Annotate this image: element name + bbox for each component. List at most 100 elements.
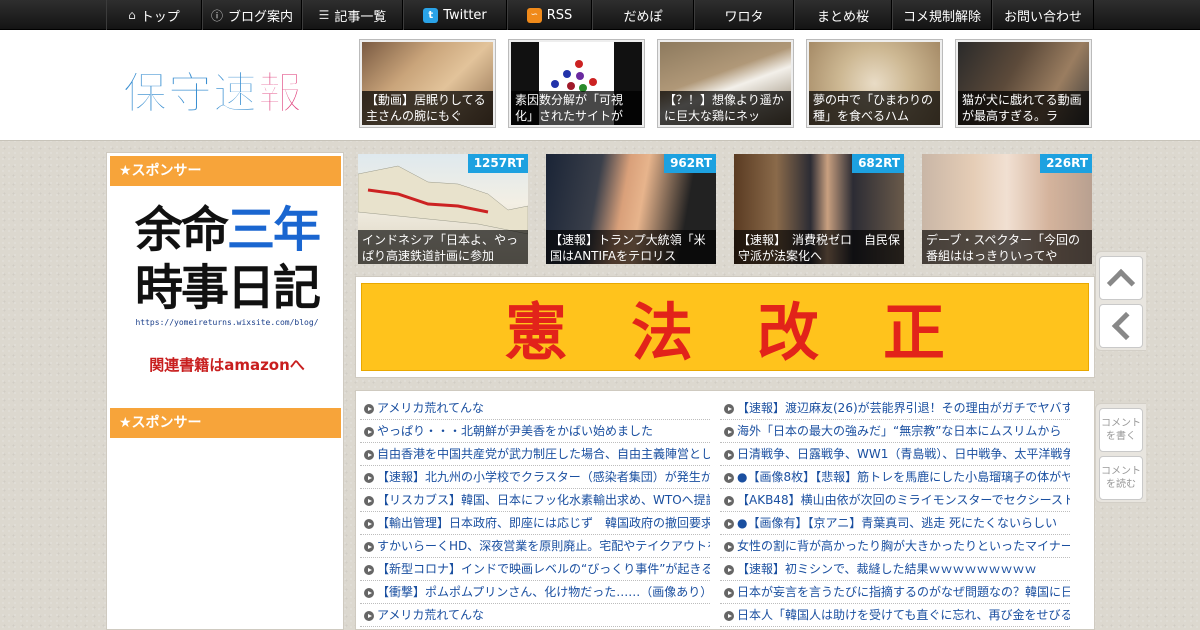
play-bullet-icon <box>724 473 734 483</box>
rt-caption: 【速報】 消費税ゼロ 自民保守派が法案化へ <box>734 230 904 264</box>
top-nav: ⌂ トップ ⓘ ブログ案内 ☰ 記事一覧 t Twitter ∽ RSS だめぽ… <box>106 0 1094 30</box>
article-title: 【リスカブス】韓国、日本にフッ化水素輸出求め、WTOへ提訴 <box>377 493 710 507</box>
banner-char: 正 <box>883 296 946 369</box>
play-bullet-icon <box>364 565 374 575</box>
article-title: すかいらーくHD、深夜営業を原則廃止。宅配やテイクアウトを <box>377 539 710 553</box>
article-link[interactable]: 日本が妄言を言うたびに指摘するのがなぜ問題なの？韓国に日 <box>720 581 1070 604</box>
rt-caption: デーブ・スペクター「今回の番組ははっきりいってや <box>922 230 1092 264</box>
article-title: 【速報】北九州の小学校でクラスター（感染者集団）が発生か <box>377 470 710 484</box>
header-thumb[interactable]: 夢の中で「ひまわりの種」を食べるハム <box>806 39 943 128</box>
article-link[interactable]: 【速報】渡辺麻友(26)が芸能界引退！その理由がガチでヤバすぎ <box>720 397 1070 420</box>
nav-warota[interactable]: ワロタ <box>694 0 794 30</box>
header-thumb[interactable]: 【？！】想像より遥かに巨大な鶏にネッ <box>657 39 794 128</box>
rt-caption: 【速報】トランプ大統領「米国はANTIFAをテロリス <box>546 230 716 264</box>
logo-char: 守 <box>168 68 213 120</box>
sponsor-ad[interactable]: 余命三年 時事日記 https://yomeireturns.wixsite.c… <box>127 201 327 375</box>
ad-amazon-link[interactable]: 関連書籍はamazonへ <box>127 354 327 375</box>
read-comment-button[interactable]: コメントを読む <box>1099 456 1143 500</box>
thumb-caption: 猫が犬に戯れてる動画が最高すぎる。ラ <box>958 91 1089 125</box>
play-bullet-icon <box>724 565 734 575</box>
article-link[interactable]: ●【画像8枚】【悲報】筋トレを馬鹿にした小島瑠璃子の体がヤ <box>720 466 1070 489</box>
article-link[interactable]: やっぱり・・・北朝鮮が尹美香をかばい始めました <box>360 420 710 443</box>
play-bullet-icon <box>364 450 374 460</box>
rt-card[interactable]: 226RT デーブ・スペクター「今回の番組ははっきりいってや <box>922 154 1092 264</box>
article-link[interactable]: 【速報】北九州の小学校でクラスター（感染者集団）が発生か <box>360 466 710 489</box>
article-list-left: アメリカ荒れてんな やっぱり・・・北朝鮮が尹美香をかばい始めました 自由香港を中国共… <box>360 397 710 627</box>
article-link[interactable]: アメリカ荒れてんな <box>360 397 710 420</box>
banner-char: 憲 <box>504 296 567 369</box>
article-link[interactable]: 【AKB48】横山由依が次回のミライモンスターでセクシーストレ <box>720 489 1070 512</box>
rt-card[interactable]: 682RT 【速報】 消費税ゼロ 自民保守派が法案化へ <box>734 154 904 264</box>
article-link[interactable]: 自由香港を中国共産党が武力制圧した場合、自由主義陣営とし <box>360 443 710 466</box>
play-bullet-icon <box>364 404 374 414</box>
rt-card[interactable]: 1257RT インドネシア「日本よ、やっぱり高速鉄道計画に参加 <box>358 154 528 264</box>
nav-label: まとめ桜 <box>816 9 869 25</box>
nav-label: RSS <box>546 7 573 23</box>
article-title: 【AKB48】横山由依が次回のミライモンスターでセクシーストレ <box>737 493 1070 507</box>
article-title: 【速報】渡辺麻友(26)が芸能界引退！その理由がガチでヤバすぎ <box>737 401 1070 415</box>
nav-label: Twitter <box>443 7 487 23</box>
home-icon: ⌂ <box>128 8 136 22</box>
nav-damepo[interactable]: だめぽ <box>592 0 694 30</box>
article-link[interactable]: 日清戦争、日露戦争、WW1（青島戦）、日中戦争、太平洋戦争 <box>720 443 1070 466</box>
nav-label: ブログ案内 <box>228 9 294 25</box>
nav-blog-guide[interactable]: ⓘ ブログ案内 <box>202 0 302 30</box>
site-logo[interactable]: 保守速報 <box>123 57 303 121</box>
article-title: 【輸出管理】日本政府、即座には応じず 韓国政府の撤回要求 <box>377 516 710 530</box>
nav-matome-sakura[interactable]: まとめ桜 <box>794 0 892 30</box>
article-title: 【衝撃】ポムポムプリンさん、化け物だった……（画像あり） <box>377 585 710 599</box>
nav-rss[interactable]: ∽ RSS <box>507 0 592 30</box>
list-icon: ☰ <box>318 8 330 22</box>
nav-twitter[interactable]: t Twitter <box>403 0 507 30</box>
article-link[interactable]: すかいらーくHD、深夜営業を原則廃止。宅配やテイクアウトを <box>360 535 710 558</box>
article-link[interactable]: 【リスカブス】韓国、日本にフッ化水素輸出求め、WTOへ提訴 <box>360 489 710 512</box>
header-thumb[interactable]: 【動画】居眠りしてる主さんの腕にもぐ <box>359 39 496 128</box>
article-link[interactable]: 日本人「韓国人は助けを受けても直ぐに忘れ、再び金をせびる <box>720 604 1070 627</box>
rt-count-badge: 1257RT <box>467 154 528 173</box>
play-bullet-icon <box>724 542 734 552</box>
nav-top[interactable]: ⌂ トップ <box>106 0 202 30</box>
play-bullet-icon <box>364 588 374 598</box>
sidebar: ★スポンサー 余命三年 時事日記 https://yomeireturns.wi… <box>106 152 344 630</box>
article-link[interactable]: 【衝撃】ポムポムプリンさん、化け物だった……（画像あり） <box>360 581 710 604</box>
article-title: 【新型コロナ】インドで映画レベルの“びっくり事件”が起きる <box>377 562 710 576</box>
thumb-caption: 【動画】居眠りしてる主さんの腕にもぐ <box>362 91 493 125</box>
play-bullet-icon <box>364 427 374 437</box>
article-title: 自由香港を中国共産党が武力制圧した場合、自由主義陣営とし <box>377 447 710 461</box>
banner-container: 憲 法 改 正 <box>355 276 1095 378</box>
thumb-caption: 素因数分解が「可視化」されたサイトが <box>511 91 642 125</box>
article-link[interactable]: アメリカ荒れてんな <box>360 604 710 627</box>
nav-label: ワロタ <box>724 9 764 25</box>
article-link[interactable]: ●【画像有】【京アニ】青葉真司、逃走 死にたくないらしい <box>720 512 1070 535</box>
scroll-top-button[interactable] <box>1099 256 1143 300</box>
nav-article-list[interactable]: ☰ 記事一覧 <box>302 0 403 30</box>
rt-card[interactable]: 962RT 【速報】トランプ大統領「米国はANTIFAをテロリス <box>546 154 716 264</box>
nav-label: コメ規制解除 <box>902 9 981 25</box>
article-link[interactable]: 【輸出管理】日本政府、即座には応じず 韓国政府の撤回要求 <box>360 512 710 535</box>
ad-url: https://yomeireturns.wixsite.com/blog/ <box>135 318 319 327</box>
article-title: ●【画像8枚】【悲報】筋トレを馬鹿にした小島瑠璃子の体がヤ <box>737 470 1070 484</box>
article-title: アメリカ荒れてんな <box>377 608 485 622</box>
article-link[interactable]: 【新型コロナ】インドで映画レベルの“びっくり事件”が起きる <box>360 558 710 581</box>
write-comment-button[interactable]: コメントを書く <box>1099 408 1143 452</box>
article-title: 海外「日本の最大の強みだ」“無宗教”な日本にムスリムから <box>737 424 1062 438</box>
play-bullet-icon <box>364 542 374 552</box>
article-link[interactable]: 【速報】初ミシンで、裁縫した結果ｗｗｗｗｗｗｗｗｗ <box>720 558 1070 581</box>
ad-text: 余命 <box>134 202 229 258</box>
play-bullet-icon <box>724 496 734 506</box>
constitution-banner[interactable]: 憲 法 改 正 <box>361 283 1089 371</box>
site-header: 保守速報 【動画】居眠りしてる主さんの腕にもぐ 素因数分解が「可視化」されたサイ… <box>0 30 1200 141</box>
article-link[interactable]: 海外「日本の最大の強みだ」“無宗教”な日本にムスリムから <box>720 420 1070 443</box>
logo-char: 報 <box>258 68 303 120</box>
nav-contact[interactable]: お問い合わせ <box>992 0 1094 30</box>
thumb-caption: 【？！】想像より遥かに巨大な鶏にネッ <box>660 91 791 125</box>
chevron-up-icon <box>1106 268 1136 298</box>
article-link[interactable]: 女性の割に背が高かったり胸が大きかったりといったマイナー <box>720 535 1070 558</box>
header-thumb[interactable]: 猫が犬に戯れてる動画が最高すぎる。ラ <box>955 39 1092 128</box>
back-button[interactable] <box>1099 304 1143 348</box>
header-thumb[interactable]: 素因数分解が「可視化」されたサイトが <box>508 39 645 128</box>
article-list-right: 【速報】渡辺麻友(26)が芸能界引退！その理由がガチでヤバすぎ 海外「日本の最大の… <box>720 397 1070 627</box>
article-title: 女性の割に背が高かったり胸が大きかったりといったマイナー <box>737 539 1070 553</box>
nav-comment-unblock[interactable]: コメ規制解除 <box>892 0 992 30</box>
article-title: 日本人「韓国人は助けを受けても直ぐに忘れ、再び金をせびる <box>737 608 1070 622</box>
